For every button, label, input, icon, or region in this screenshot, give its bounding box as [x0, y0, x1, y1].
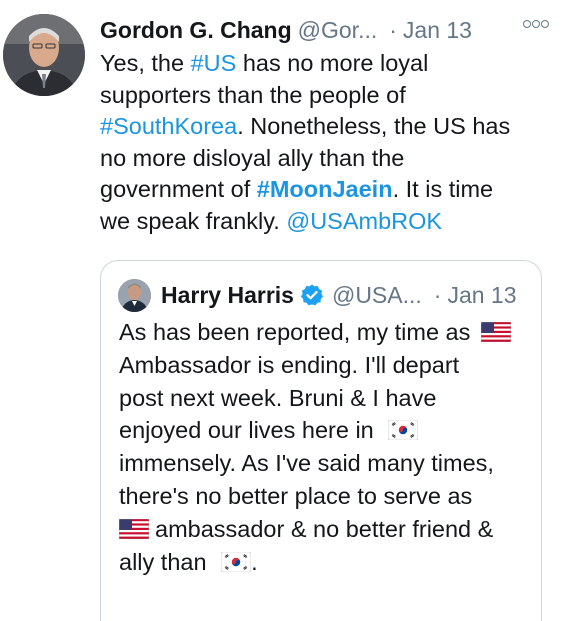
more-options-icon[interactable]	[523, 20, 549, 28]
tweet-header: Gordon G. Chang @Gor... · Jan 13	[100, 14, 553, 46]
quoted-author-name[interactable]: Harry Harris	[161, 282, 294, 309]
text-segment: . Nonetheless, the US has	[237, 113, 511, 140]
us-flag-emoji	[119, 518, 149, 539]
avatar[interactable]	[3, 14, 85, 96]
tweet-text: Yes, the #US has no more loyal supporter…	[100, 48, 550, 238]
hashtag-moonjaein[interactable]: #MoonJaein	[257, 176, 393, 202]
quoted-line: ambassador & no better friend &	[119, 513, 534, 546]
more-dot	[532, 20, 540, 28]
quoted-line: As has been reported, my time as	[119, 316, 534, 349]
text-segment: ally than	[119, 548, 207, 575]
quoted-avatar[interactable]	[118, 279, 151, 312]
separator-dot: ·	[433, 281, 442, 308]
quoted-line: there's no better place to serve as	[119, 482, 473, 509]
quoted-line: ally than .	[119, 546, 534, 579]
tweet-date[interactable]: Jan 13	[403, 17, 472, 44]
south-korea-flag-emoji	[388, 420, 419, 441]
quoted-line: immensely. As I've said many times,	[119, 450, 494, 477]
quoted-line: enjoyed our lives here in	[119, 414, 534, 447]
hashtag-us[interactable]: #US	[191, 50, 237, 76]
text-segment: we speak frankly.	[100, 207, 287, 234]
hashtag-southkorea[interactable]: #SouthKorea	[100, 113, 237, 139]
tweet-line: we speak frankly. @USAmbROK	[100, 206, 550, 238]
more-dot	[523, 20, 531, 28]
south-korea-flag-emoji	[221, 551, 252, 572]
tweet[interactable]: Gordon G. Chang @Gor... · Jan 13 Yes, th…	[0, 0, 567, 621]
separator-dot: ·	[389, 16, 397, 43]
quoted-tweet[interactable]: Harry Harris @USA... · Jan 13 As has bee…	[100, 260, 542, 621]
text-segment: Yes, the	[100, 50, 191, 76]
quoted-line: Ambassador is ending. I'll depart	[119, 351, 460, 378]
tweet-line: government of #MoonJaein. It is time	[100, 174, 550, 206]
quoted-header: Harry Harris @USA... · Jan 13	[161, 277, 517, 313]
mention-usambrok[interactable]: @USAmbROK	[286, 208, 442, 234]
us-flag-emoji	[480, 322, 511, 342]
text-segment: . It is time	[392, 176, 494, 203]
author-name[interactable]: Gordon G. Chang	[100, 17, 292, 44]
text-segment: government of	[100, 176, 257, 203]
quoted-text: As has been reported, my time as Ambassa…	[119, 316, 534, 578]
text-segment: has no more loyal	[236, 50, 429, 76]
quoted-author-handle[interactable]: @USA...	[332, 282, 422, 309]
quoted-date[interactable]: Jan 13	[447, 282, 516, 309]
text-segment: enjoyed our lives here in	[119, 417, 374, 444]
text-segment: As has been reported, my time as	[119, 319, 471, 345]
text-segment: .	[251, 548, 258, 575]
tweet-line: #SouthKorea. Nonetheless, the US has	[100, 111, 550, 143]
tweet-line: supporters than the people of	[100, 81, 406, 108]
verified-badge-icon	[300, 284, 323, 306]
tweet-line: no more disloyal ally than the	[100, 144, 405, 171]
tweet-line: Yes, the #US has no more loyal	[100, 48, 550, 80]
more-dot	[541, 20, 549, 28]
text-segment: ambassador & no better friend &	[155, 515, 494, 542]
author-handle[interactable]: @Gor...	[298, 17, 378, 44]
quoted-line: post next week. Bruni & I have	[119, 384, 437, 411]
